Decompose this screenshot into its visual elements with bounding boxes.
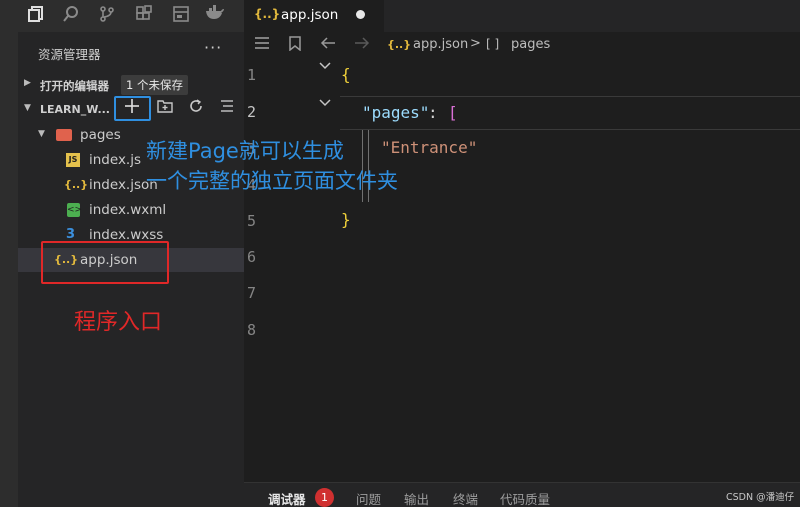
unsaved-dot-icon[interactable]: [356, 10, 365, 19]
tab-label: app.json: [281, 7, 339, 23]
activity-bar: [0, 0, 244, 32]
code-token: "pages": [362, 103, 430, 122]
more-actions-icon[interactable]: ···: [204, 38, 222, 57]
entry-highlight-box: [41, 241, 169, 284]
list-icon[interactable]: [254, 36, 270, 54]
code-token: }: [341, 210, 351, 229]
fold-chevron-icon[interactable]: [319, 97, 331, 110]
extensions-icon[interactable]: [133, 5, 155, 27]
bottom-panel-tabs: 调试器 1 问题 输出 终端 代码质量: [244, 482, 800, 507]
tab-problems[interactable]: 问题: [356, 489, 381, 507]
code-token: {: [341, 65, 351, 84]
breadcrumb-key[interactable]: pages: [511, 37, 550, 52]
copy-files-icon[interactable]: [25, 5, 47, 27]
refresh-icon[interactable]: [185, 98, 207, 120]
annotation-line: 一个完整的独立页面文件夹: [146, 169, 398, 193]
tab-debugger[interactable]: 调试器: [268, 489, 306, 507]
project-label: LEARN_W...: [40, 103, 110, 116]
tab-app-json[interactable]: {..} app.json: [244, 0, 384, 32]
sidebar: 资源管理器 ··· ▶ 打开的编辑器 1 个未保存 ▼ LEARN_W... ▼…: [0, 0, 244, 507]
back-arrow-icon[interactable]: [320, 36, 336, 54]
annotation-new-page: 新建Page就可以生成 一个完整的独立页面文件夹: [146, 136, 446, 196]
line-number: 1: [246, 66, 256, 84]
explorer-title: 资源管理器: [38, 47, 101, 62]
tree-file-index-wxml[interactable]: <> index.wxml: [18, 198, 244, 222]
search-icon[interactable]: [60, 5, 82, 27]
left-edge: [0, 32, 18, 507]
debugger-badge: 1: [315, 488, 334, 507]
code-token: [: [448, 103, 458, 122]
line-number-gutter: 1 2 3 4 5 6 7 8: [244, 58, 331, 478]
array-icon: [ ]: [486, 37, 500, 51]
tree-label: index.js: [89, 152, 142, 168]
code-token: :: [428, 103, 448, 122]
annotation-entry: 程序入口: [74, 310, 163, 335]
js-file-icon: JS: [66, 153, 80, 167]
line-number: 2: [246, 103, 256, 121]
line-number: 5: [246, 212, 256, 230]
line-number: 6: [246, 248, 256, 266]
bookmark-icon[interactable]: [289, 36, 301, 55]
chevron-down-icon: ▼: [38, 129, 45, 139]
wxml-file-icon: <>: [67, 203, 83, 217]
forward-arrow-icon[interactable]: [354, 36, 370, 54]
open-editors-label: 打开的编辑器: [40, 79, 109, 93]
folder-icon: [56, 129, 72, 141]
line-number: 7: [246, 284, 256, 302]
tab-code-quality[interactable]: 代码质量: [500, 489, 550, 507]
tab-terminal[interactable]: 终端: [453, 489, 478, 507]
tree-label: index.wxml: [89, 202, 167, 218]
line-number: 8: [246, 321, 256, 339]
json-file-icon: {..}: [387, 38, 412, 51]
chevron-right-icon: ▶: [24, 78, 31, 88]
tree-label: pages: [80, 127, 121, 143]
breadcrumb-separator: >: [470, 36, 481, 51]
chevron-down-icon: ▼: [24, 103, 31, 113]
tab-bar: {..} app.json: [244, 0, 800, 32]
source-control-icon[interactable]: [96, 5, 118, 27]
breadcrumb: {..} app.json > [ ] pages: [244, 32, 800, 58]
unsaved-badge: 1 个未保存: [121, 75, 188, 95]
json-file-icon: {..}: [64, 178, 89, 191]
watermark: CSDN @潘迪仔: [726, 492, 795, 503]
json-file-icon: {..}: [254, 7, 281, 21]
new-folder-icon[interactable]: [154, 98, 176, 120]
docker-icon[interactable]: [204, 5, 226, 27]
breadcrumb-file[interactable]: app.json: [413, 37, 468, 52]
fold-chevron-icon[interactable]: [319, 60, 331, 73]
annotation-line: 新建Page就可以生成: [146, 139, 344, 163]
wxss-file-icon: 3: [66, 227, 76, 242]
panel-icon[interactable]: [170, 5, 192, 27]
new-file-icon[interactable]: [121, 98, 143, 120]
tab-output[interactable]: 输出: [404, 489, 429, 507]
